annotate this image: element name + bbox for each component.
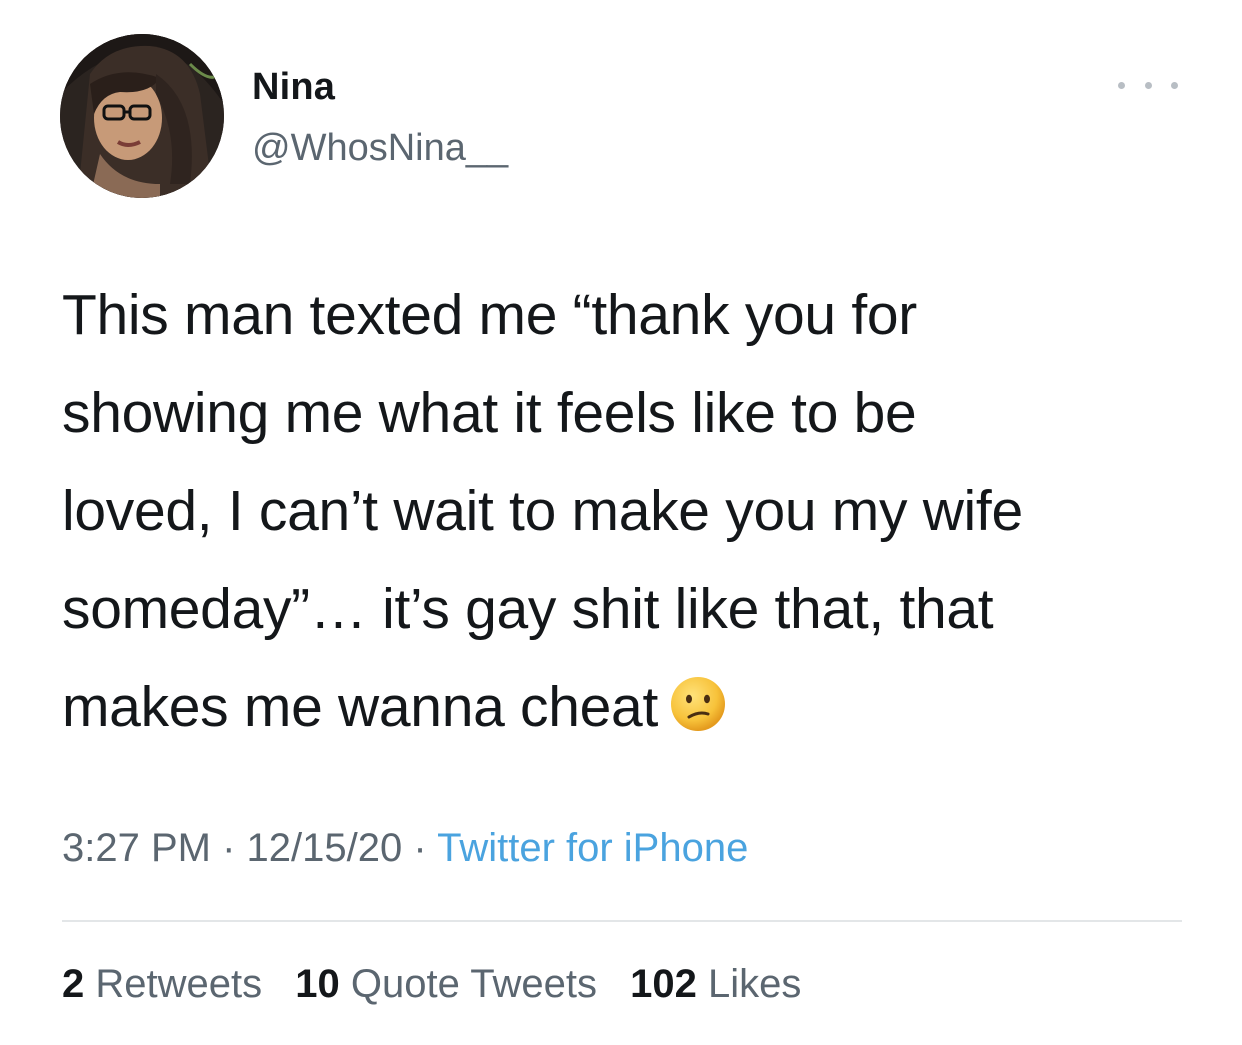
avatar-photo-icon [60,34,224,198]
likes-count: 102 [630,962,697,1006]
quote-tweets-label: Quote Tweets [350,962,597,1006]
retweets-count: 2 [62,962,85,1006]
quote-tweets-count: 10 [295,962,340,1006]
author-handle[interactable]: @WhosNina__ [252,127,508,170]
tweet-text-line: makes me wanna cheat [62,675,658,739]
tweet-time[interactable]: 3:27 PM [62,826,211,870]
retweets-label: Retweets [95,962,263,1006]
quote-tweets-stat[interactable]: 10 Quote Tweets [295,962,597,1006]
more-options-button[interactable] [1118,70,1178,100]
tweet-card: Nina @WhosNina__ This man texted me “tha… [0,0,1242,1045]
author-name[interactable]: Nina [252,66,335,109]
tweet-meta: 3:27 PM · 12/15/20 · Twitter for iPhone [62,826,748,871]
tweet-text-line: loved, I can’t wait to make you my wife [62,479,1023,543]
tweet-text-line: someday”… it’s gay shit like that, that [62,577,994,641]
more-dot-icon [1171,81,1178,89]
meta-separator: · [222,826,236,870]
likes-stat[interactable]: 102 Likes [630,962,801,1006]
more-dot-icon [1144,81,1152,89]
tweet-date[interactable]: 12/15/20 [247,826,403,870]
tweet-text-line: showing me what it feels like to be [62,381,917,445]
tweet-source-link[interactable]: Twitter for iPhone [437,826,748,870]
tweet-text: This man texted me “thank you for showin… [62,266,1192,756]
divider [62,920,1182,922]
confused-face-icon [670,677,725,731]
retweets-stat[interactable]: 2 Retweets [62,962,262,1006]
tweet-text-line: This man texted me “thank you for [62,283,917,347]
meta-separator: · [413,826,427,870]
likes-label: Likes [707,962,802,1006]
avatar[interactable] [60,34,224,198]
tweet-stats: 2 Retweets 10 Quote Tweets 102 Likes [62,962,823,1007]
more-dot-icon [1118,81,1125,89]
